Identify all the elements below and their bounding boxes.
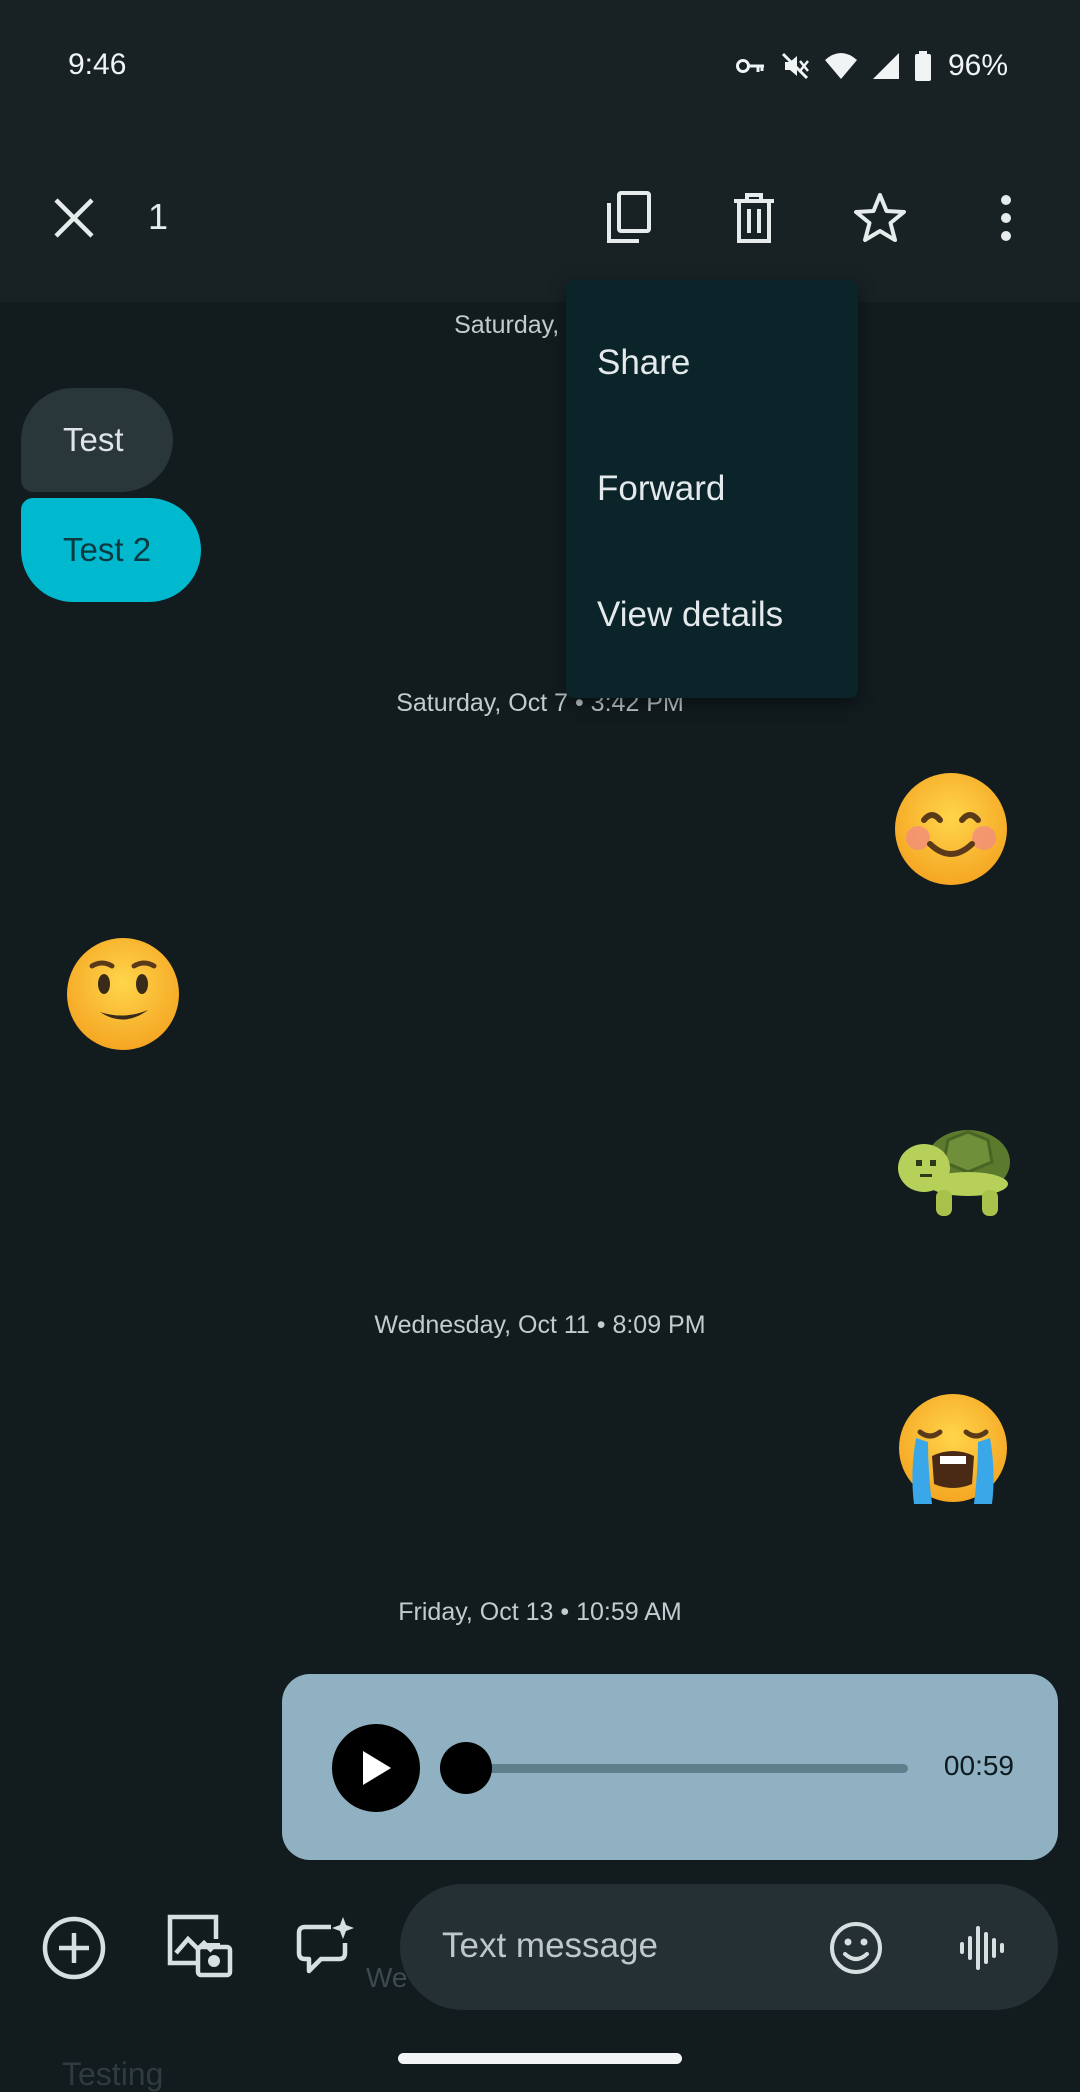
mute-icon [780, 51, 810, 81]
selection-action-bar: 1 [0, 130, 1080, 302]
voice-duration: 00:59 [943, 1750, 1014, 1781]
more-options-button[interactable] [976, 186, 1036, 250]
status-bar: 9:46 96% [0, 0, 1080, 130]
overflow-menu: Share Forward View details [566, 280, 858, 698]
date-separator: Saturday, Oct 7 [454, 311, 626, 339]
status-icons: 96% [735, 46, 1008, 86]
gallery-camera-button[interactable] [164, 1910, 236, 1982]
text-message-placeholder: Text message [442, 1926, 658, 1965]
wifi-icon [824, 52, 858, 80]
star-icon [854, 193, 906, 242]
faded-background-text: Testing [62, 2056, 164, 2092]
battery-icon [914, 51, 932, 81]
add-circle-icon [42, 1916, 106, 1980]
smiling-face-emoji[interactable] [892, 770, 1010, 893]
gallery-camera-icon [167, 1914, 233, 1978]
battery-percentage: 96% [947, 49, 1008, 82]
loudly-crying-emoji[interactable] [892, 1392, 1014, 1515]
home-indicator[interactable] [398, 2053, 682, 2064]
play-icon [363, 1751, 391, 1785]
selected-count: 1 [148, 196, 169, 237]
faded-background-text: We [366, 1962, 408, 1993]
voice-progress-track[interactable] [464, 1764, 908, 1773]
delete-button[interactable] [722, 186, 786, 250]
menu-item-forward[interactable]: Forward [566, 426, 858, 552]
message-bubble-selected[interactable]: Test 2 [21, 498, 201, 602]
star-button[interactable] [846, 186, 914, 250]
menu-item-share[interactable]: Share [566, 300, 858, 426]
voice-wave-icon [960, 1926, 1004, 1970]
message-text: Test 2 [63, 531, 152, 568]
date-separator: Friday, Oct 13 • 10:59 AM [398, 1598, 682, 1626]
voice-progress-handle[interactable] [440, 1742, 492, 1794]
voice-message-bubble[interactable]: 00:59 [282, 1674, 1058, 1860]
vpn-key-icon [735, 56, 766, 76]
copy-button[interactable] [596, 186, 660, 250]
magic-compose-button[interactable] [290, 1910, 362, 1982]
copy-icon [607, 191, 651, 243]
message-text: Test [63, 421, 124, 458]
turtle-emoji[interactable] [894, 1118, 1014, 1227]
emoji-icon [830, 1922, 882, 1974]
message-bubble-incoming[interactable]: Test [21, 388, 173, 492]
play-button[interactable] [332, 1724, 420, 1812]
date-separator: Wednesday, Oct 11 • 8:09 PM [374, 1311, 706, 1339]
magic-compose-icon [296, 1917, 354, 1974]
emoji-button[interactable] [828, 1920, 884, 1976]
close-icon [54, 198, 94, 238]
add-attachment-button[interactable] [38, 1912, 110, 1984]
close-selection-button[interactable] [44, 188, 104, 248]
delete-icon [734, 193, 774, 243]
text-message-field[interactable]: Text message [400, 1884, 1058, 2010]
more-vert-icon [1001, 195, 1011, 241]
menu-item-view-details[interactable]: View details [566, 552, 858, 678]
date-separator: Saturday, Oct 7 • 3:42 PM [396, 689, 684, 717]
nervous-face-emoji[interactable] [62, 934, 184, 1057]
voice-record-button[interactable] [954, 1920, 1010, 1976]
signal-icon [872, 52, 900, 80]
status-time: 9:46 [68, 48, 127, 81]
